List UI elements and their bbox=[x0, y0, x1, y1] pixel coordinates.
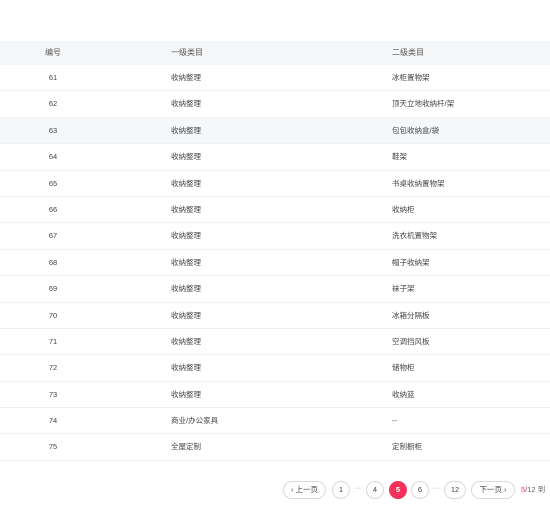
cell-level1: 收纳整理 bbox=[171, 310, 201, 320]
cell-level2: 顶天立地收纳杆/架 bbox=[392, 99, 455, 109]
next-page-button[interactable]: 下一页 › bbox=[471, 481, 515, 499]
cell-id: 67 bbox=[48, 231, 58, 241]
table-row: 67 收纳整理 洗衣机置物架 bbox=[0, 223, 550, 250]
cell-level1: 收纳整理 bbox=[171, 336, 201, 346]
cell-level1: 收纳整理 bbox=[171, 284, 201, 294]
goto-label: 到 bbox=[537, 485, 546, 494]
table-row: 61 收纳整理 冰柜置物架 bbox=[0, 65, 550, 92]
cell-level2: 冰箱分隔板 bbox=[392, 310, 430, 320]
cell-id: 62 bbox=[48, 99, 58, 109]
cell-level2: 空调挡风板 bbox=[392, 336, 430, 346]
cell-level1: 收纳整理 bbox=[171, 99, 201, 109]
cell-id: 72 bbox=[48, 363, 58, 373]
cell-level1: 收纳整理 bbox=[171, 231, 201, 241]
cell-id: 65 bbox=[48, 178, 58, 188]
table-row: 65 收纳整理 书桌收纳置物架 bbox=[0, 171, 550, 197]
table-body: 61 收纳整理 冰柜置物架 62 收纳整理 顶天立地收纳杆/架 63 收纳整理 包包收纳盒/… bbox=[0, 65, 550, 461]
cell-level2: 储物柜 bbox=[392, 363, 415, 373]
cell-id: 61 bbox=[48, 73, 58, 82]
cell-level1: 收纳整理 bbox=[171, 152, 201, 162]
header-level1-category: 一级类目 bbox=[171, 48, 203, 57]
page-button-1[interactable]: 1 bbox=[332, 481, 350, 499]
cell-level2: -- bbox=[392, 416, 397, 426]
category-table-page: 编号 一级类目 二级类目 61 收纳整理 冰柜置物架 62 收纳整理 顶天立地收纳杆/架… bbox=[0, 0, 550, 510]
cell-id: 66 bbox=[48, 204, 58, 214]
page-button-4[interactable]: 4 bbox=[366, 481, 384, 499]
header-level2-category: 二级类目 bbox=[392, 48, 424, 57]
cell-level2: 帽子收纳架 bbox=[392, 257, 430, 267]
total-pages: /12 bbox=[525, 485, 536, 494]
cell-level1: 收纳整理 bbox=[171, 257, 201, 267]
cell-level1: 收纳整理 bbox=[171, 389, 201, 399]
table-row: 62 收纳整理 顶天立地收纳杆/架 bbox=[0, 91, 550, 118]
table-row: 66 收纳整理 收纳柜 bbox=[0, 197, 550, 224]
pagination-ellipsis[interactable]: ··· bbox=[433, 481, 440, 497]
cell-level1: 收纳整理 bbox=[171, 73, 201, 82]
cell-level1: 收纳整理 bbox=[171, 125, 201, 135]
table-header: 编号 一级类目 二级类目 bbox=[0, 41, 550, 65]
cell-id: 75 bbox=[48, 442, 58, 452]
table-row: 71 收纳整理 空调挡风板 bbox=[0, 329, 550, 356]
cell-level1: 收纳整理 bbox=[171, 178, 201, 188]
table-row: 64 收纳整理 鞋架 bbox=[0, 144, 550, 171]
prev-page-button[interactable]: ‹ 上一页 bbox=[283, 481, 326, 499]
table-row: 68 收纳整理 帽子收纳架 bbox=[0, 250, 550, 277]
cell-level1: 收纳整理 bbox=[171, 204, 201, 214]
cell-id: 68 bbox=[48, 257, 58, 267]
pagination-ellipsis[interactable]: ··· bbox=[354, 481, 361, 497]
table-row: 74 商业/办公家具 -- bbox=[0, 408, 550, 435]
cell-level1: 收纳整理 bbox=[171, 363, 201, 373]
cell-id: 70 bbox=[48, 310, 58, 320]
cell-level2: 收纳柜 bbox=[392, 204, 415, 214]
cell-level2: 收纳篮 bbox=[392, 389, 415, 399]
table-row: 73 收纳整理 收纳篮 bbox=[0, 382, 550, 409]
cell-id: 64 bbox=[48, 152, 58, 162]
cell-id: 73 bbox=[48, 389, 58, 399]
cell-level2: 鞋架 bbox=[392, 152, 407, 162]
page-button-6[interactable]: 6 bbox=[411, 481, 429, 499]
cell-id: 74 bbox=[48, 416, 58, 426]
table-row: 69 收纳整理 袜子架 bbox=[0, 276, 550, 303]
cell-id: 63 bbox=[48, 125, 58, 135]
cell-level2: 书桌收纳置物架 bbox=[392, 178, 445, 188]
page-button-5-current[interactable]: 5 bbox=[389, 481, 407, 499]
cell-level2: 冰柜置物架 bbox=[392, 73, 430, 82]
page-button-12[interactable]: 12 bbox=[444, 481, 466, 499]
page-indicator: 5/12 到 bbox=[521, 481, 545, 499]
table-row: 72 收纳整理 储物柜 bbox=[0, 355, 550, 382]
cell-level2: 洗衣机置物架 bbox=[392, 231, 437, 241]
cell-id: 69 bbox=[48, 284, 58, 294]
cell-level1: 商业/办公家具 bbox=[171, 416, 219, 426]
table-row: 75 全屋定制 定制橱柜 bbox=[0, 434, 550, 461]
table-row-hovered: 63 收纳整理 包包收纳盒/袋 bbox=[0, 117, 550, 145]
cell-level2: 包包收纳盒/袋 bbox=[392, 125, 440, 135]
header-id: 编号 bbox=[45, 48, 61, 57]
cell-level2: 袜子架 bbox=[392, 284, 415, 294]
cell-id: 71 bbox=[48, 336, 58, 346]
cell-level2: 定制橱柜 bbox=[392, 442, 422, 452]
table-row: 70 收纳整理 冰箱分隔板 bbox=[0, 303, 550, 329]
cell-level1: 全屋定制 bbox=[171, 442, 201, 452]
